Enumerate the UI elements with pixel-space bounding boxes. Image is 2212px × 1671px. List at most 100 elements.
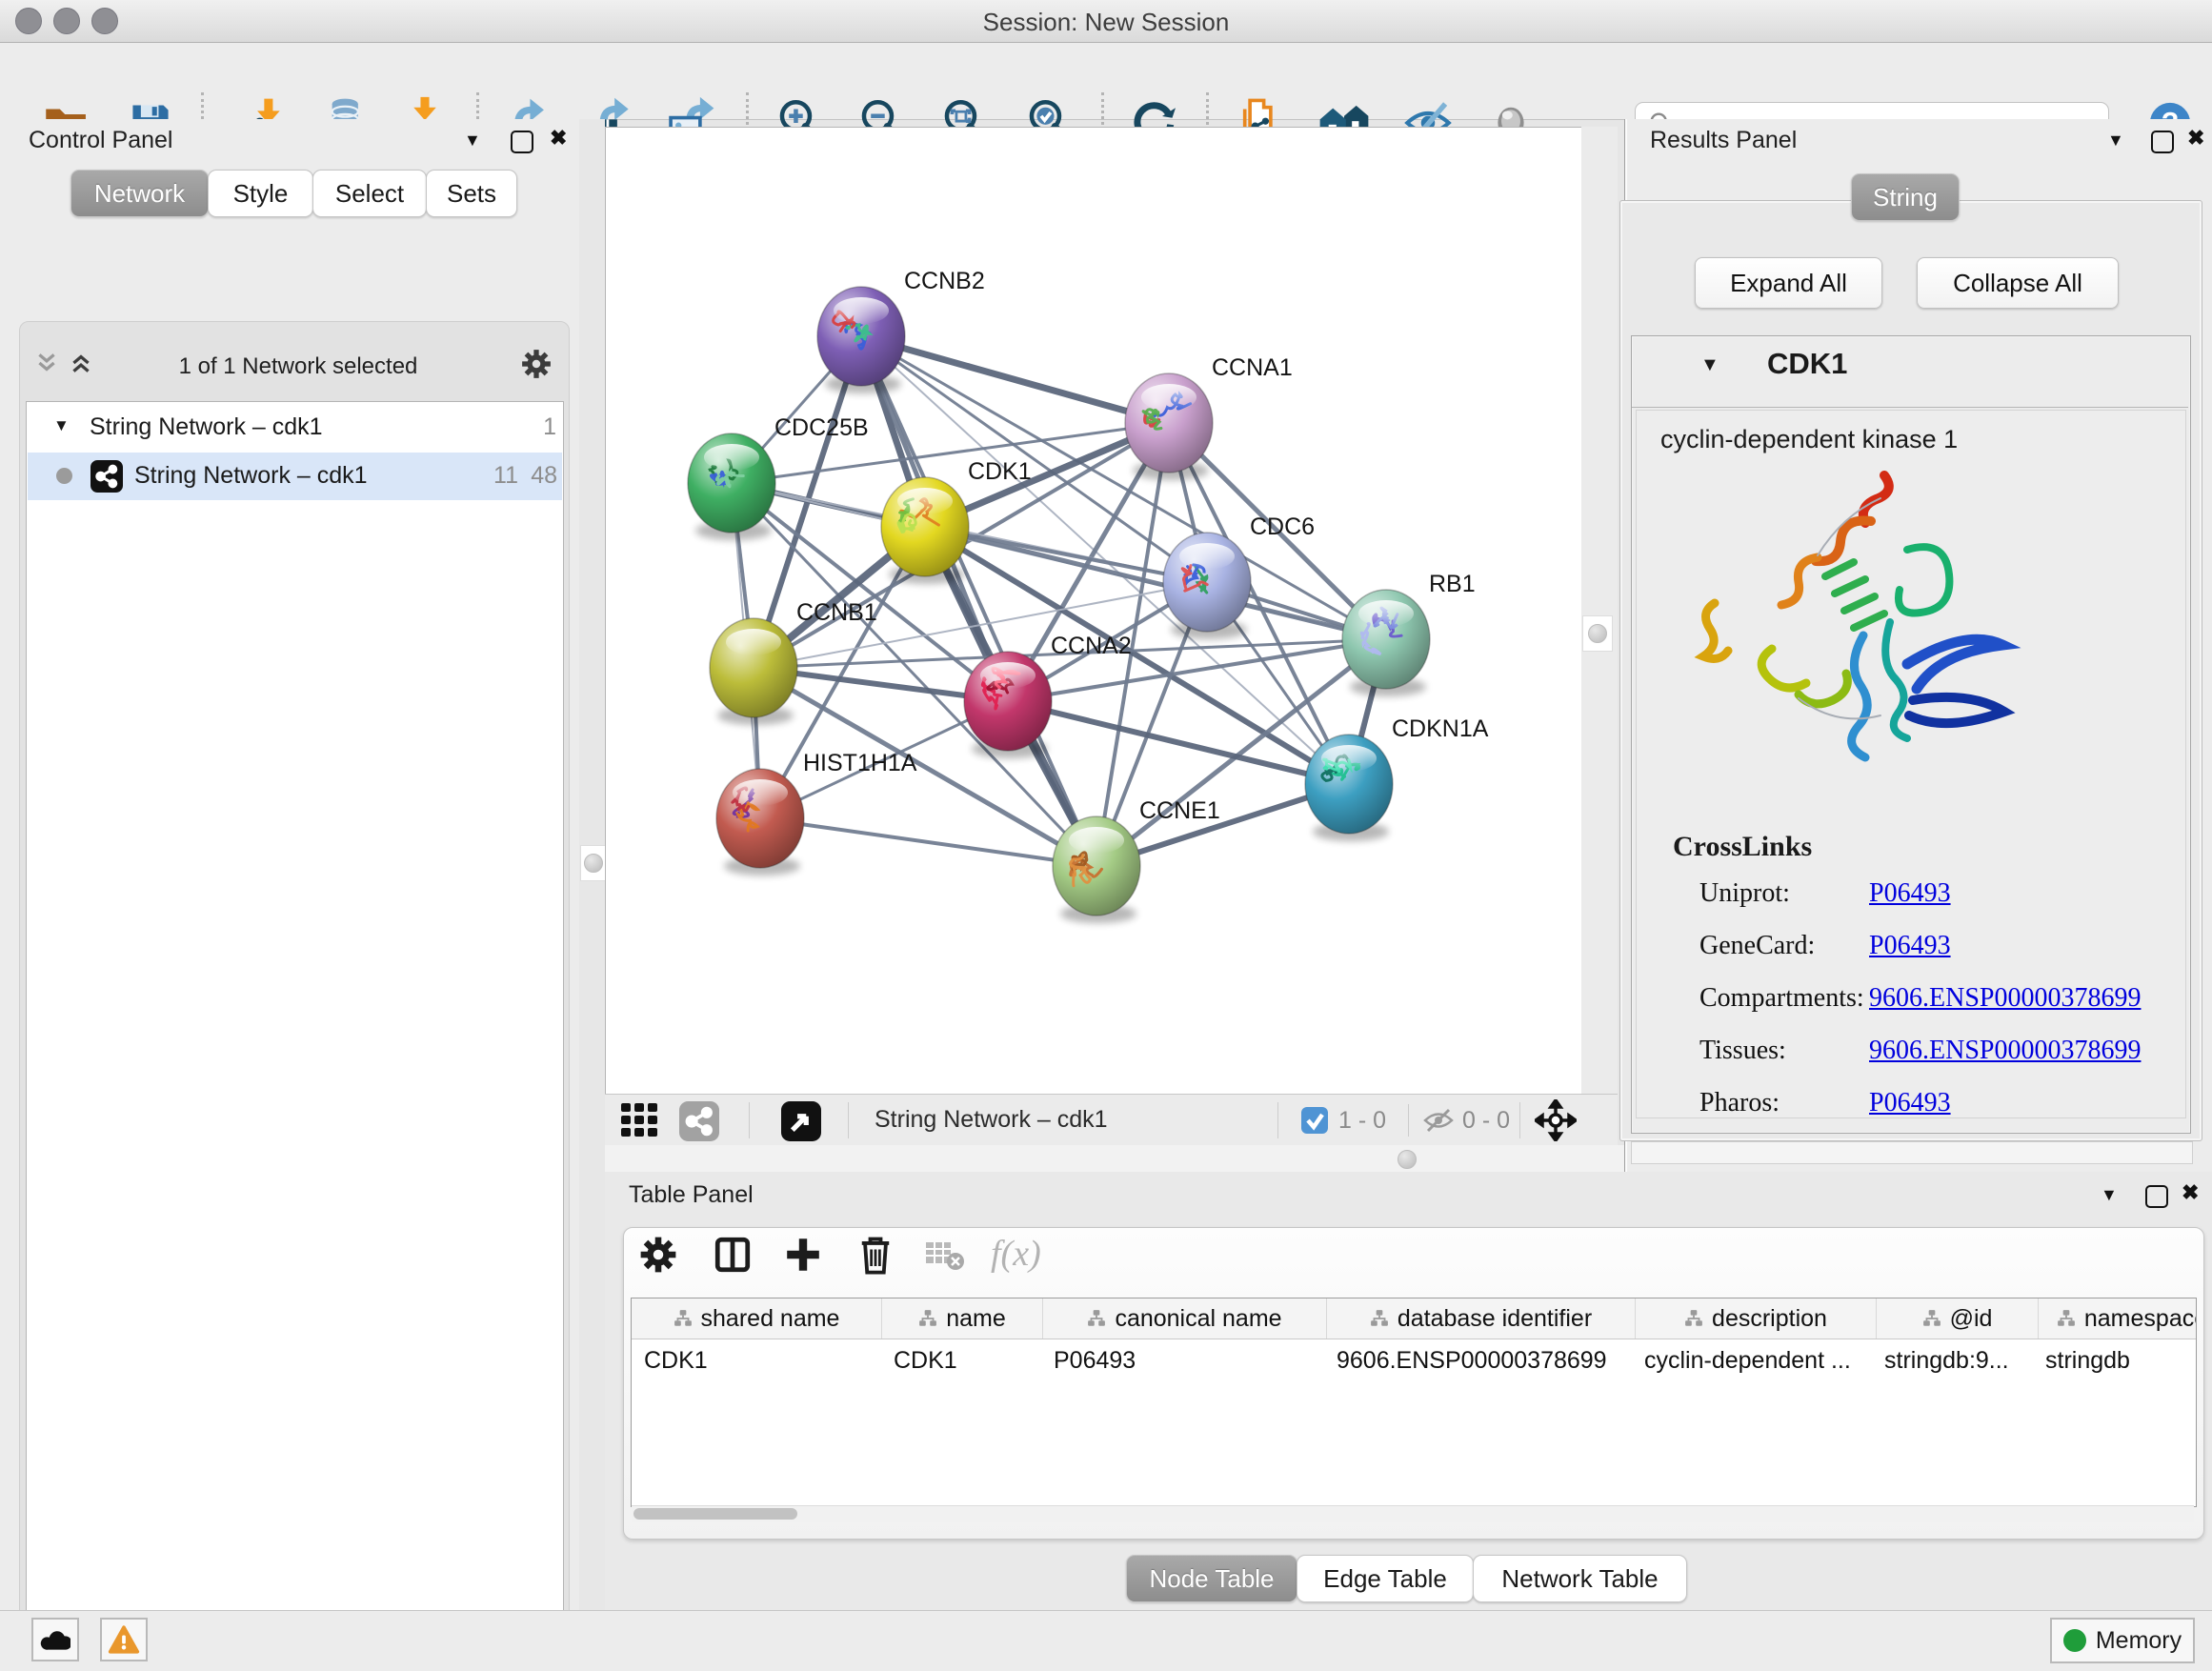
network-tree-root-row[interactable]: ▼ String Network – cdk1 1 — [27, 405, 561, 453]
birds-eye-view-icon[interactable] — [781, 1101, 821, 1141]
protein-structure-image — [1684, 462, 2039, 795]
tab-network[interactable]: Network — [70, 170, 209, 217]
delete-column-trash-icon[interactable] — [855, 1233, 896, 1277]
tab-node-table[interactable]: Node Table — [1126, 1555, 1297, 1602]
collapse-all-networks-button[interactable] — [34, 351, 59, 380]
title-bar: Session: New Session — [0, 0, 2212, 43]
node-label-CCNE1: CCNE1 — [1139, 797, 1220, 824]
network-node-HIST1H1A[interactable]: HIST1H1A — [716, 750, 917, 876]
warnings-button[interactable] — [100, 1618, 148, 1661]
column-header-database-identifier[interactable]: database identifier — [1327, 1299, 1636, 1339]
network-tree-selected-row[interactable]: String Network – cdk1 11 48 — [28, 453, 562, 500]
network-edge[interactable] — [861, 336, 1096, 866]
network-tree: ▼ String Network – cdk1 1 String Network… — [26, 401, 564, 1671]
crosslink-tissues-link[interactable]: 9606.ENSP00000378699 — [1869, 1036, 2141, 1066]
node-label-CDK1: CDK1 — [968, 458, 1032, 485]
left-splitter-handle[interactable] — [580, 845, 606, 881]
entry-description: cyclin-dependent kinase 1 — [1660, 425, 1958, 454]
table-cell: stringdb:9... — [1872, 1347, 2033, 1375]
tab-sets[interactable]: Sets — [426, 170, 517, 217]
network-node-RB1[interactable]: RB1 — [1342, 571, 1476, 696]
column-header-@id[interactable]: @id — [1877, 1299, 2039, 1339]
expand-all-button[interactable]: Expand All — [1695, 257, 1882, 309]
left-splitter[interactable] — [579, 119, 605, 1610]
chevron-double-down-icon — [34, 351, 59, 375]
network-view-title: String Network – cdk1 — [875, 1106, 1108, 1134]
memory-button[interactable]: Memory — [2050, 1618, 2195, 1663]
warning-icon — [108, 1625, 140, 1654]
control-panel: Control Panel ▼ ✖ NetworkStyleSelectSets… — [0, 119, 579, 1610]
network-share-toggle-icon[interactable] — [679, 1101, 719, 1141]
table-panel-title: Table Panel — [629, 1181, 754, 1209]
crosslink-compartments-link[interactable]: 9606.ENSP00000378699 — [1869, 983, 2141, 1014]
toolbar-separator — [1408, 1104, 1409, 1137]
crosslink-pharos-link[interactable]: P06493 — [1869, 1088, 1951, 1118]
network-edge-count: 48 — [523, 462, 557, 490]
node-label-CCNB2: CCNB2 — [904, 268, 985, 294]
expand-all-networks-button[interactable] — [69, 351, 93, 380]
panel-float-button[interactable] — [511, 131, 533, 158]
panel-close-button[interactable]: ✖ — [2182, 1182, 2199, 1203]
selected-checkbox-icon[interactable] — [1300, 1106, 1329, 1135]
collection-count: 1 — [522, 413, 556, 441]
network-node-CDK1[interactable]: CDK1 — [881, 458, 1032, 584]
network-node-CDKN1A[interactable]: CDKN1A — [1305, 715, 1489, 841]
tab-style[interactable]: Style — [208, 170, 313, 217]
crosslink-genecard-link[interactable]: P06493 — [1869, 931, 1951, 961]
table-cell: stringdb — [2033, 1347, 2197, 1375]
node-label-CDC6: CDC6 — [1250, 513, 1315, 540]
table-row[interactable]: CDK1CDK1P064939606.ENSP00000378699cyclin… — [632, 1339, 2196, 1381]
right-splitter-handle[interactable] — [1582, 615, 1613, 652]
tab-network-table[interactable]: Network Table — [1473, 1555, 1687, 1602]
node-label-CCNA1: CCNA1 — [1212, 354, 1293, 381]
network-edge[interactable] — [760, 818, 1096, 866]
network-label: String Network – cdk1 — [134, 462, 368, 490]
column-header-namespace[interactable]: namespace — [2039, 1299, 2197, 1339]
control-panel-title: Control Panel — [29, 127, 172, 154]
network-selection-status: 1 of 1 Network selected — [112, 353, 484, 380]
table-horizontal-scrollbar[interactable] — [632, 1505, 2194, 1522]
column-header-name[interactable]: name — [882, 1299, 1043, 1339]
cloud-status-button[interactable] — [31, 1618, 79, 1661]
panel-menu-button[interactable]: ▼ — [2101, 1184, 2118, 1205]
collapse-all-button[interactable]: Collapse All — [1917, 257, 2119, 309]
horizontal-splitter-handle[interactable] — [1398, 1150, 1417, 1169]
network-list-options-button[interactable] — [520, 348, 553, 385]
network-node-CCNB2[interactable]: CCNB2 — [817, 268, 985, 393]
chevron-double-up-icon — [69, 351, 93, 375]
table-cell: P06493 — [1041, 1347, 1324, 1375]
entry-collapse-triangle[interactable]: ▼ — [1700, 354, 1719, 376]
tab-select[interactable]: Select — [312, 170, 427, 217]
add-column-icon[interactable] — [783, 1235, 823, 1275]
column-header-description[interactable]: description — [1636, 1299, 1877, 1339]
panel-menu-button[interactable]: ▼ — [2107, 130, 2124, 151]
toolbar-separator — [1277, 1102, 1278, 1138]
panel-menu-button[interactable]: ▼ — [464, 130, 481, 151]
grid-view-icon[interactable] — [621, 1103, 665, 1137]
application-window: Session: New Session — [0, 0, 2212, 1671]
crosslink-uniprot-link[interactable]: P06493 — [1869, 878, 1951, 909]
gear-icon — [520, 348, 553, 380]
network-node-CCNE1[interactable]: CCNE1 — [1053, 797, 1220, 923]
cloud-icon — [40, 1628, 70, 1651]
collapse-triangle-icon[interactable]: ▼ — [53, 416, 70, 435]
column-header-shared-name[interactable]: shared name — [632, 1299, 882, 1339]
panel-close-button[interactable]: ✖ — [2187, 128, 2204, 149]
tab-string[interactable]: String — [1851, 173, 1960, 221]
panel-close-button[interactable]: ✖ — [550, 128, 567, 149]
node-label-CCNB1: CCNB1 — [796, 599, 877, 626]
network-canvas[interactable]: CCNB2CCNA1CDC25BCDK1CDC6RB1CCNB1CCNA2CDK… — [605, 127, 1582, 1095]
network-node-CDC6[interactable]: CDC6 — [1163, 513, 1315, 639]
table-header-row: shared namenamecanonical namedatabase id… — [632, 1299, 2196, 1339]
panel-float-button[interactable] — [2145, 1185, 2168, 1213]
panel-float-button[interactable] — [2151, 131, 2174, 158]
table-settings-gear-icon[interactable] — [638, 1235, 678, 1275]
toolbar-separator — [848, 1102, 849, 1138]
fit-selected-crosshair-icon[interactable] — [1535, 1099, 1577, 1141]
right-splitter[interactable] — [1581, 127, 1618, 1094]
column-header-canonical-name[interactable]: canonical name — [1043, 1299, 1327, 1339]
select-columns-icon[interactable] — [713, 1235, 753, 1275]
scrollbar-thumb[interactable] — [633, 1508, 797, 1520]
tab-edge-table[interactable]: Edge Table — [1297, 1555, 1474, 1602]
divider — [1632, 407, 2188, 408]
